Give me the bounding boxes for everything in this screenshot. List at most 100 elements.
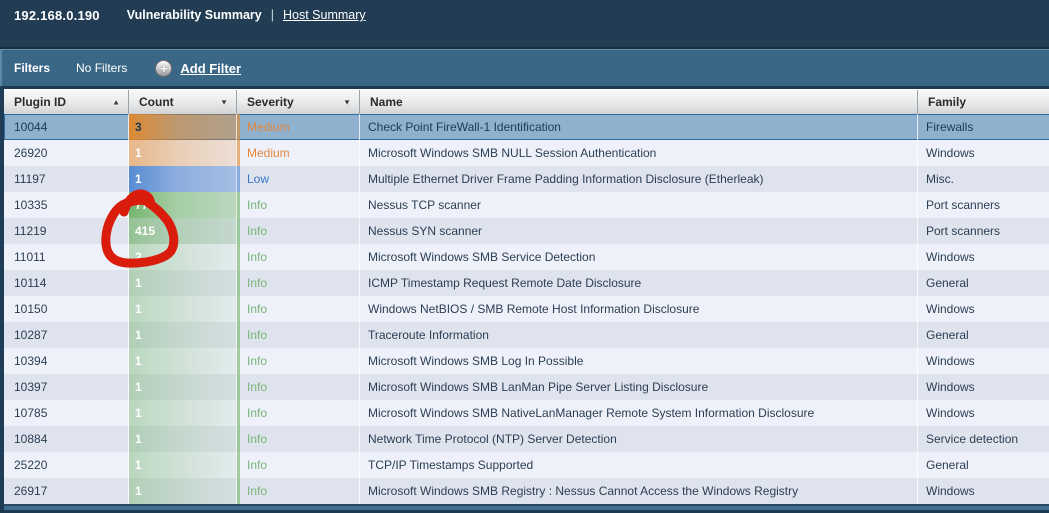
- name-cell: Microsoft Windows SMB Registry : Nessus …: [360, 478, 918, 504]
- sort-desc-icon: ▼: [220, 98, 228, 106]
- column-header-severity[interactable]: Severity ▼: [237, 90, 360, 114]
- vulnerability-summary-tab: Vulnerability Summary: [127, 8, 262, 22]
- family-cell: Service detection: [918, 426, 1049, 452]
- severity-cell: Info: [237, 322, 360, 348]
- family-cell: Windows: [918, 348, 1049, 374]
- severity-cell: Info: [237, 270, 360, 296]
- table-row[interactable]: 269201MediumMicrosoft Windows SMB NULL S…: [4, 140, 1049, 166]
- column-header-family[interactable]: Family: [918, 90, 1049, 114]
- table-row[interactable]: 100443MediumCheck Point FireWall-1 Ident…: [4, 114, 1049, 140]
- count-bar-cell: 1: [129, 166, 237, 192]
- host-summary-link[interactable]: Host Summary: [283, 8, 366, 22]
- severity-cell: Info: [237, 218, 360, 244]
- title-bar: 192.168.0.190 Vulnerability Summary | Ho…: [0, 0, 1049, 49]
- plugin-id-cell: 11197: [4, 166, 129, 192]
- name-cell: Network Time Protocol (NTP) Server Detec…: [360, 426, 918, 452]
- table-header-row: Plugin ID ▲ Count ▼ Severity ▼ Name Fami…: [4, 89, 1049, 114]
- plugin-id-cell: 10287: [4, 322, 129, 348]
- severity-cell: Info: [237, 348, 360, 374]
- plugin-id-cell: 11219: [4, 218, 129, 244]
- table-row[interactable]: 103941InfoMicrosoft Windows SMB Log In P…: [4, 348, 1049, 374]
- severity-header-label: Severity: [247, 95, 294, 109]
- table-row[interactable]: 101141InfoICMP Timestamp Request Remote …: [4, 270, 1049, 296]
- count-header-label: Count: [139, 95, 174, 109]
- table-row[interactable]: 102871InfoTraceroute InformationGeneral: [4, 322, 1049, 348]
- count-bar-cell: 1: [129, 400, 237, 426]
- severity-cell: Info: [237, 426, 360, 452]
- severity-cell: Info: [237, 400, 360, 426]
- name-cell: Microsoft Windows SMB Service Detection: [360, 244, 918, 270]
- host-address: 192.168.0.190: [14, 8, 100, 23]
- family-header-label: Family: [928, 95, 966, 109]
- name-cell: TCP/IP Timestamps Supported: [360, 452, 918, 478]
- plugin-id-cell: 10114: [4, 270, 129, 296]
- severity-cell: Info: [237, 244, 360, 270]
- family-cell: Windows: [918, 140, 1049, 166]
- column-header-name[interactable]: Name: [360, 90, 918, 114]
- family-cell: Windows: [918, 400, 1049, 426]
- table-row[interactable]: 11219415InfoNessus SYN scannerPort scann…: [4, 218, 1049, 244]
- add-filter-button[interactable]: Add Filter: [180, 61, 241, 76]
- name-cell: Nessus TCP scanner: [360, 192, 918, 218]
- plugin-id-cell: 10044: [4, 114, 129, 140]
- table-row[interactable]: 111971LowMultiple Ethernet Driver Frame …: [4, 166, 1049, 192]
- name-header-label: Name: [370, 95, 403, 109]
- family-cell: Port scanners: [918, 192, 1049, 218]
- filters-toolbar: Filters No Filters + Add Filter: [0, 49, 1049, 86]
- table-row[interactable]: 110112InfoMicrosoft Windows SMB Service …: [4, 244, 1049, 270]
- family-cell: Windows: [918, 296, 1049, 322]
- plugin-id-cell: 10397: [4, 374, 129, 400]
- plugin-id-cell: 26920: [4, 140, 129, 166]
- plus-icon[interactable]: +: [155, 60, 172, 77]
- filters-status: No Filters: [76, 61, 127, 75]
- table-row[interactable]: 107851InfoMicrosoft Windows SMB NativeLa…: [4, 400, 1049, 426]
- name-cell: Nessus SYN scanner: [360, 218, 918, 244]
- table-row[interactable]: 10335779InfoNessus TCP scannerPort scann…: [4, 192, 1049, 218]
- table-row[interactable]: 103971InfoMicrosoft Windows SMB LanMan P…: [4, 374, 1049, 400]
- plugin-id-cell: 25220: [4, 452, 129, 478]
- count-bar-cell: 1: [129, 452, 237, 478]
- column-header-count[interactable]: Count ▼: [129, 90, 237, 114]
- plugin-id-cell: 10884: [4, 426, 129, 452]
- severity-cell: Info: [237, 374, 360, 400]
- plugin-id-cell: 26917: [4, 478, 129, 504]
- name-cell: Windows NetBIOS / SMB Remote Host Inform…: [360, 296, 918, 322]
- table-row[interactable]: 252201InfoTCP/IP Timestamps SupportedGen…: [4, 452, 1049, 478]
- name-cell: ICMP Timestamp Request Remote Date Discl…: [360, 270, 918, 296]
- family-cell: General: [918, 322, 1049, 348]
- severity-cell: Info: [237, 478, 360, 504]
- severity-cell: Info: [237, 192, 360, 218]
- severity-cell: Info: [237, 452, 360, 478]
- count-bar-cell: 1: [129, 270, 237, 296]
- sort-desc-icon: ▼: [343, 98, 351, 106]
- name-cell: Microsoft Windows SMB NativeLanManager R…: [360, 400, 918, 426]
- family-cell: Windows: [918, 478, 1049, 504]
- name-cell: Microsoft Windows SMB NULL Session Authe…: [360, 140, 918, 166]
- count-bar-cell: 1: [129, 348, 237, 374]
- table-row[interactable]: 101501InfoWindows NetBIOS / SMB Remote H…: [4, 296, 1049, 322]
- family-cell: General: [918, 270, 1049, 296]
- family-cell: Windows: [918, 244, 1049, 270]
- sort-asc-icon: ▲: [112, 98, 120, 106]
- count-bar-cell: 1: [129, 426, 237, 452]
- table-body: 100443MediumCheck Point FireWall-1 Ident…: [4, 114, 1049, 504]
- plugin-id-cell: 10785: [4, 400, 129, 426]
- plugin-id-cell: 11011: [4, 244, 129, 270]
- family-cell: General: [918, 452, 1049, 478]
- name-cell: Microsoft Windows SMB Log In Possible: [360, 348, 918, 374]
- count-bar-cell: 1: [129, 322, 237, 348]
- count-bar-cell: 1: [129, 478, 237, 504]
- name-cell: Traceroute Information: [360, 322, 918, 348]
- family-cell: Port scanners: [918, 218, 1049, 244]
- table-row[interactable]: 108841InfoNetwork Time Protocol (NTP) Se…: [4, 426, 1049, 452]
- name-cell: Check Point FireWall-1 Identification: [360, 114, 918, 140]
- plugin-id-cell: 10394: [4, 348, 129, 374]
- severity-cell: Medium: [237, 140, 360, 166]
- count-bar-cell: 1: [129, 140, 237, 166]
- family-cell: Windows: [918, 374, 1049, 400]
- severity-cell: Info: [237, 296, 360, 322]
- family-cell: Firewalls: [918, 114, 1049, 140]
- table-row[interactable]: 269171InfoMicrosoft Windows SMB Registry…: [4, 478, 1049, 504]
- table-bottom-strip: [4, 504, 1049, 510]
- column-header-plugin-id[interactable]: Plugin ID ▲: [4, 90, 129, 114]
